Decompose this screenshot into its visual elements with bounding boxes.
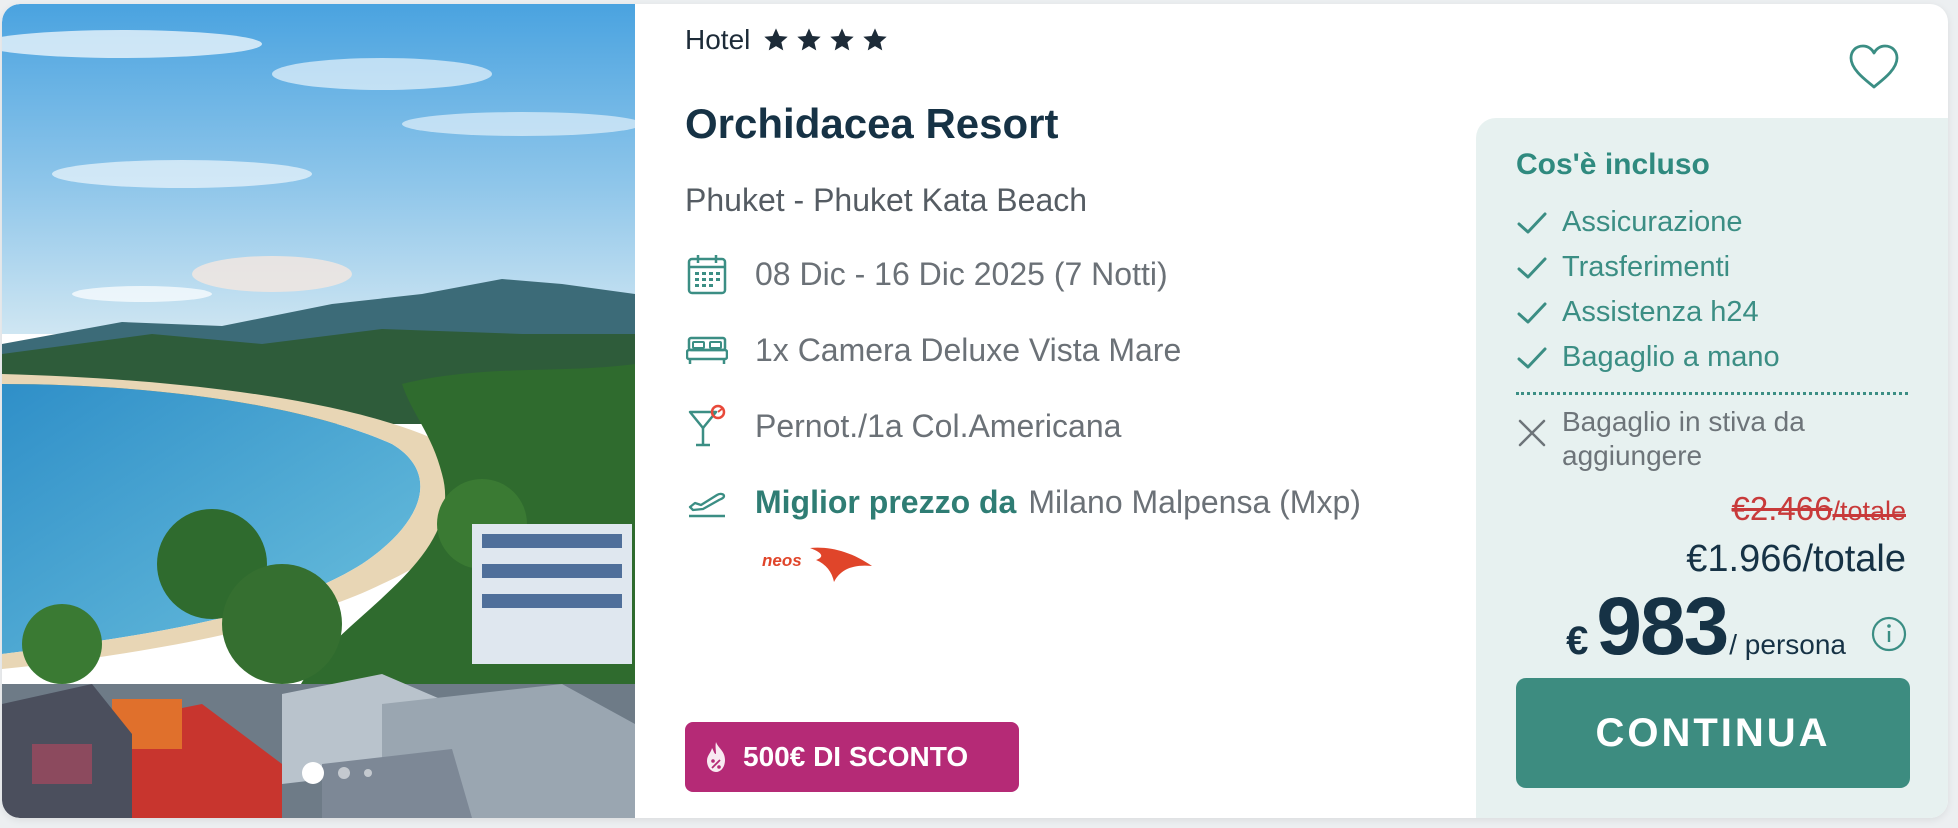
- hotel-photo[interactable]: [2, 4, 635, 818]
- travel-dates-row: 08 Dic - 16 Dic 2025 (7 Notti): [685, 252, 1168, 296]
- gallery-pagination[interactable]: [302, 762, 372, 784]
- check-icon: [1517, 302, 1547, 323]
- included-list: Assicurazione Trasferimenti Assistenza h…: [1516, 200, 1780, 380]
- star-icon: [764, 28, 789, 51]
- airline-logo: neos: [760, 542, 880, 591]
- airline-logo-text: neos: [762, 551, 802, 570]
- flame-percent-icon: [707, 742, 725, 772]
- board-type: Pernot./1a Col.Americana: [755, 407, 1122, 444]
- per-person-amount: 983: [1596, 581, 1729, 672]
- hotel-category-label: Hotel: [685, 24, 751, 55]
- gallery-dot-active[interactable]: [302, 762, 324, 784]
- plane-takeoff-icon: [685, 480, 729, 524]
- excluded-item: Bagaglio in stiva da aggiungere: [1516, 405, 1862, 473]
- included-item-label: Bagaglio a mano: [1562, 341, 1780, 373]
- hotel-location: Phuket - Phuket Kata Beach: [685, 182, 1088, 218]
- currency-symbol: €: [1566, 619, 1589, 663]
- included-item: Assicurazione: [1516, 200, 1780, 245]
- star-rating: [762, 26, 889, 54]
- flight-row: Miglior prezzo da Milano Malpensa (Mxp): [685, 480, 1361, 524]
- star-icon: [863, 28, 888, 51]
- star-icon: [830, 28, 855, 51]
- travel-dates: 08 Dic - 16 Dic 2025 (7 Notti): [755, 255, 1168, 292]
- discount-text: 500€ DI SCONTO: [743, 741, 969, 772]
- info-icon[interactable]: [1870, 615, 1908, 653]
- room-type: 1x Camera Deluxe Vista Mare: [755, 331, 1182, 368]
- bed-icon: [685, 328, 729, 372]
- included-item-label: Assistenza h24: [1562, 296, 1759, 328]
- favorite-heart-icon[interactable]: [1848, 44, 1900, 90]
- included-item-label: Assicurazione: [1562, 206, 1743, 238]
- continue-button[interactable]: CONTINUA: [1516, 678, 1910, 788]
- calendar-icon: [685, 252, 729, 296]
- discount-badge[interactable]: 500€ DI SCONTO: [685, 722, 1019, 792]
- price-panel: Cos'è incluso Assicurazione Trasferiment…: [1476, 118, 1948, 818]
- included-item: Assistenza h24: [1516, 290, 1780, 335]
- departure-airport: Milano Malpensa (Mxp): [1028, 483, 1361, 520]
- included-item: Trasferimenti: [1516, 245, 1780, 290]
- check-icon: [1517, 257, 1547, 278]
- excluded-item-label: Bagaglio in stiva da aggiungere: [1562, 406, 1805, 471]
- board-row: Pernot./1a Col.Americana: [685, 404, 1121, 448]
- close-icon: [1518, 419, 1546, 447]
- old-total-price: €2.466/totale: [1732, 490, 1907, 528]
- included-item-label: Trasferimenti: [1562, 251, 1731, 283]
- per-person-unit: / persona: [1729, 629, 1846, 660]
- included-divider: [1516, 392, 1908, 395]
- offer-details: Hotel Orchidacea Resort Phuket - Phuket …: [685, 4, 1445, 818]
- gallery-dot[interactable]: [364, 769, 372, 777]
- offer-card: Hotel Orchidacea Resort Phuket - Phuket …: [2, 4, 1948, 818]
- included-item: Bagaglio a mano: [1516, 335, 1780, 380]
- old-total-amount: €2.466: [1731, 490, 1833, 527]
- beach-resort-image: [2, 4, 635, 818]
- room-row: 1x Camera Deluxe Vista Mare: [685, 328, 1181, 372]
- check-icon: [1517, 212, 1547, 233]
- star-icon: [797, 28, 822, 51]
- per-person-price: € 983 / persona: [1566, 580, 1908, 674]
- cocktail-icon: [685, 404, 729, 448]
- best-price-label: Miglior prezzo da: [755, 483, 1017, 520]
- hotel-name[interactable]: Orchidacea Resort: [685, 100, 1059, 148]
- old-total-unit: /totale: [1832, 496, 1906, 526]
- hotel-category: Hotel: [685, 24, 889, 56]
- gallery-dot[interactable]: [338, 767, 350, 779]
- check-icon: [1517, 347, 1547, 368]
- included-title: Cos'è incluso: [1516, 148, 1710, 181]
- total-price: €1.966/totale: [1686, 538, 1906, 580]
